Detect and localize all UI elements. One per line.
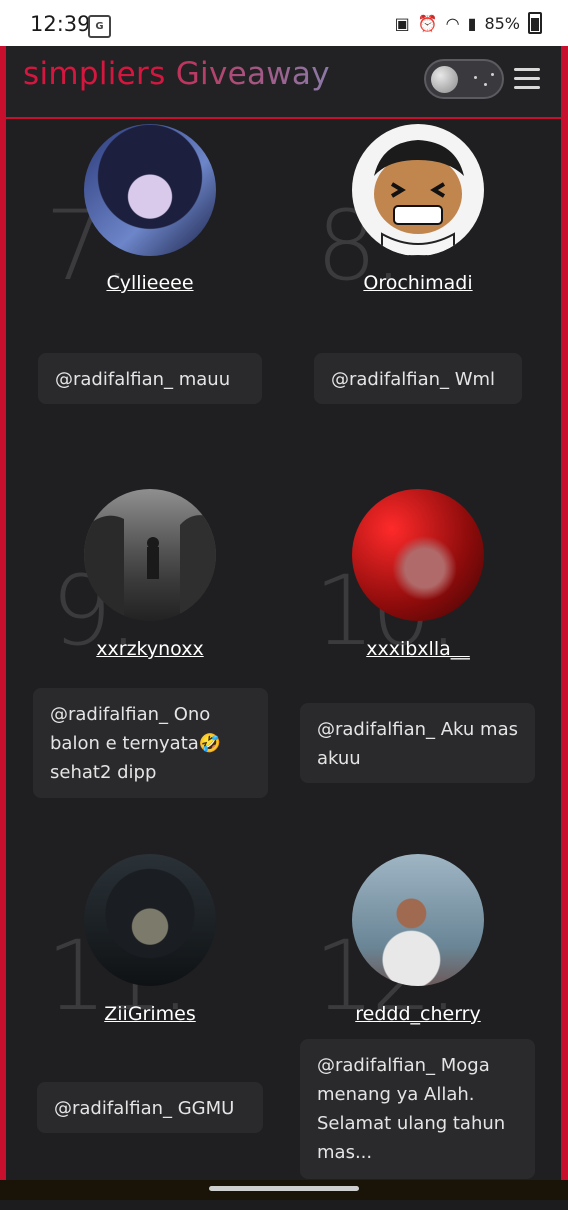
- comment-bubble: @radifalfian_ Ono balon e ternyata🤣 seha…: [33, 688, 268, 798]
- comment-bubble: @radifalfian_ GGMU: [37, 1082, 263, 1133]
- comment-bubble: @radifalfian_ Aku mas akuu: [300, 703, 535, 783]
- star-dot: [491, 73, 494, 76]
- hamburger-menu-icon[interactable]: [514, 68, 540, 90]
- participant-card: 12. reddd_cherry @radifalfian_ Moga mena…: [283, 850, 553, 1210]
- participant-card: 9. xxrzkynoxx @radifalfian_ Ono balon e …: [15, 485, 285, 845]
- participant-card: 11. ZiiGrimes @radifalfian_ GGMU: [15, 850, 285, 1210]
- moon-icon: [431, 66, 458, 93]
- status-icons: ▣ ⏰ ◠ ▮ 85%: [395, 12, 542, 34]
- wifi-icon: ◠: [445, 13, 460, 33]
- bug-icon: ▣: [394, 13, 410, 33]
- avatar: [352, 489, 484, 621]
- battery-icon: [528, 12, 542, 34]
- frame-border-right: [561, 46, 568, 1180]
- frame-border-left: [0, 46, 6, 1180]
- avatar: [84, 124, 216, 256]
- participant-card: 8. Orochimadi @radifalfian_ Wml: [283, 120, 553, 480]
- theme-toggle[interactable]: [424, 59, 504, 99]
- avatar: [84, 489, 216, 621]
- star-dot: [484, 83, 487, 86]
- username-link[interactable]: xxrzkynoxx: [15, 638, 285, 660]
- participant-card: 10. xxxibxlla__ @radifalfian_ Aku mas ak…: [283, 485, 553, 845]
- participant-card: 7. Cyllieeee @radifalfian_ mauu: [15, 120, 285, 480]
- comment-bubble: @radifalfian_ Moga menang ya Allah. Sela…: [300, 1039, 535, 1179]
- avatar: [84, 854, 216, 986]
- brand-name-part1: simpliers: [23, 56, 166, 92]
- status-bar: 12:39 G ▣ ⏰ ◠ ▮ 85%: [0, 0, 568, 46]
- star-dot: [474, 76, 477, 79]
- app-header: simpliers Giveaway: [6, 46, 561, 119]
- avatar: [352, 854, 484, 986]
- signal-icon: ▮: [467, 13, 477, 33]
- cartoon-face-icon: [374, 140, 464, 256]
- alarm-icon: ⏰: [417, 13, 438, 33]
- system-nav-bar: [0, 1180, 568, 1200]
- comment-bubble: @radifalfian_ Wml: [314, 353, 522, 404]
- translate-icon: G: [88, 15, 111, 38]
- username-link[interactable]: Orochimadi: [283, 272, 553, 294]
- username-link[interactable]: Cyllieeee: [15, 272, 285, 294]
- username-link[interactable]: reddd_cherry: [283, 1003, 553, 1025]
- silhouette-icon: [84, 515, 216, 621]
- username-link[interactable]: ZiiGrimes: [15, 1003, 285, 1025]
- home-gesture-handle[interactable]: [209, 1186, 359, 1191]
- brand-logo[interactable]: simpliers Giveaway: [23, 56, 330, 92]
- battery-percent: 85%: [484, 13, 520, 33]
- status-time: 12:39: [30, 12, 91, 36]
- brand-name-part2: Giveaway: [175, 56, 330, 92]
- avatar: [352, 124, 484, 256]
- comment-bubble: @radifalfian_ mauu: [38, 353, 262, 404]
- username-link[interactable]: xxxibxlla__: [283, 638, 553, 660]
